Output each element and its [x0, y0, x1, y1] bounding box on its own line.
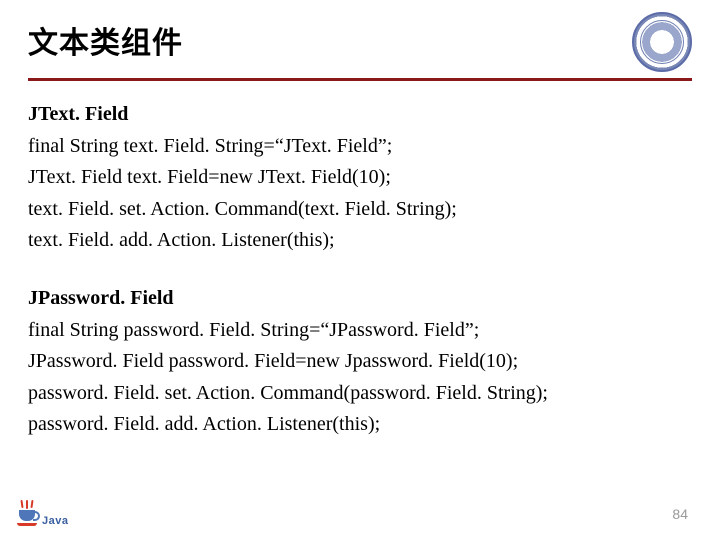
slide-title: 文本类组件 — [28, 18, 183, 62]
slide: 文本类组件 JText. Field final String text. Fi… — [0, 0, 720, 540]
section-jtextfield: JText. Field final String text. Field. S… — [28, 99, 692, 257]
code-line: final String password. Field. String=“JP… — [28, 315, 692, 347]
java-cup-icon — [18, 506, 38, 526]
section-heading: JText. Field — [28, 99, 692, 131]
section-jpasswordfield: JPassword. Field final String password. … — [28, 283, 692, 441]
code-line: final String text. Field. String=“JText.… — [28, 131, 692, 163]
code-line: text. Field. set. Action. Command(text. … — [28, 194, 692, 226]
code-line: text. Field. add. Action. Listener(this)… — [28, 225, 692, 257]
code-line: JPassword. Field password. Field=new Jpa… — [28, 346, 692, 378]
section-heading: JPassword. Field — [28, 283, 692, 315]
java-logo-text: Java — [42, 515, 68, 527]
slide-content: JText. Field final String text. Field. S… — [28, 99, 692, 441]
page-number: 84 — [672, 506, 688, 522]
code-line: password. Field. set. Action. Command(pa… — [28, 378, 692, 410]
java-logo: Java — [18, 506, 68, 526]
university-emblem-icon — [632, 12, 692, 72]
code-line: JText. Field text. Field=new JText. Fiel… — [28, 162, 692, 194]
title-divider — [28, 78, 692, 81]
code-line: password. Field. add. Action. Listener(t… — [28, 409, 692, 441]
slide-header: 文本类组件 — [28, 18, 692, 72]
